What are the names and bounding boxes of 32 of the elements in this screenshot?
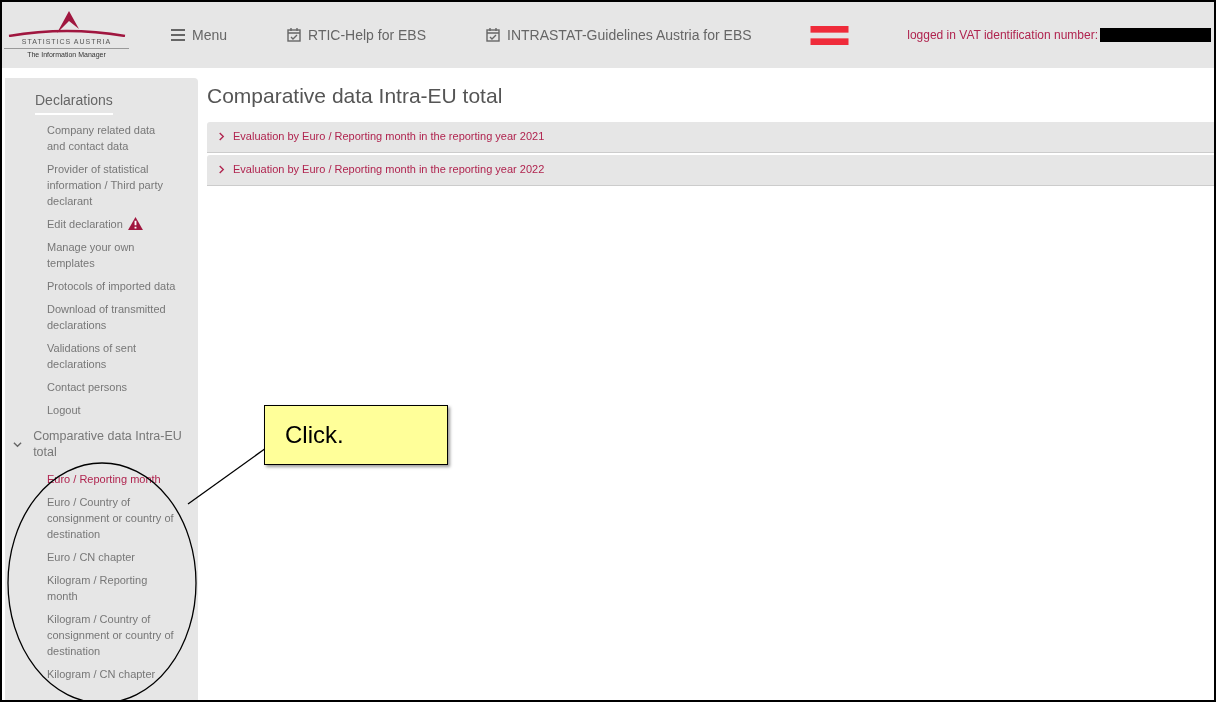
section-heading: Declarations xyxy=(35,90,113,115)
sidebar-link[interactable]: Euro / Country of consignment or country of destination xyxy=(5,494,194,542)
calendar-check-icon xyxy=(287,28,302,42)
calendar-check-icon xyxy=(486,28,501,42)
chevron-icon xyxy=(217,132,226,141)
menu-icon xyxy=(171,29,185,41)
sidebar-link[interactable]: Validations of sent declarations xyxy=(5,340,194,372)
chevron-icon xyxy=(217,165,226,174)
accordion-header[interactable]: Evaluation by Euro / Reporting month in the reporting year 2021 xyxy=(207,121,1214,153)
flag-icon xyxy=(809,25,849,45)
sidebar-link[interactable]: Edit declaration xyxy=(5,216,194,232)
sidebar-link[interactable]: Contact persons xyxy=(5,379,194,395)
sidebar-link[interactable]: Euro / CN chapter xyxy=(5,549,194,565)
nav-link[interactable]: INTRASTAT-Guidelines Austria for EBS xyxy=(486,24,752,46)
nav-link[interactable]: RTIC-Help for EBS xyxy=(287,24,427,46)
sidebar-link[interactable]: Download of transmitted declarations xyxy=(5,301,194,333)
page-title: Comparative data Intra-EU total xyxy=(207,83,504,109)
sidebar-link[interactable]: Manage your own templates xyxy=(5,239,194,271)
accordion-header[interactable]: Evaluation by Euro / Reporting month in the reporting year 2022 xyxy=(207,154,1214,186)
callout-box: Click. xyxy=(264,405,448,465)
chevron-icon xyxy=(13,440,22,449)
sidebar-link[interactable]: Kilogram / CN chapter xyxy=(5,666,194,682)
login-label: logged in VAT identification number: xyxy=(907,27,1098,44)
sidebar-link[interactable]: Kilogram / Reporting month xyxy=(5,572,194,604)
section-toggle[interactable]: Comparative data Intra-EU total xyxy=(33,428,194,460)
sidebar-link[interactable]: Company related data and contact data xyxy=(5,122,194,154)
sidebar-link[interactable]: Provider of statistical information / Third party declarant xyxy=(5,161,194,209)
sidebar-link[interactable]: Protocols of imported data xyxy=(5,278,194,294)
sidebar-link[interactable]: Kilogram / Country of consignment or country of destination xyxy=(5,611,194,659)
warning-icon xyxy=(127,217,143,230)
sidebar-link[interactable]: Logout xyxy=(5,402,194,418)
nav-link[interactable]: Menu xyxy=(171,24,228,46)
